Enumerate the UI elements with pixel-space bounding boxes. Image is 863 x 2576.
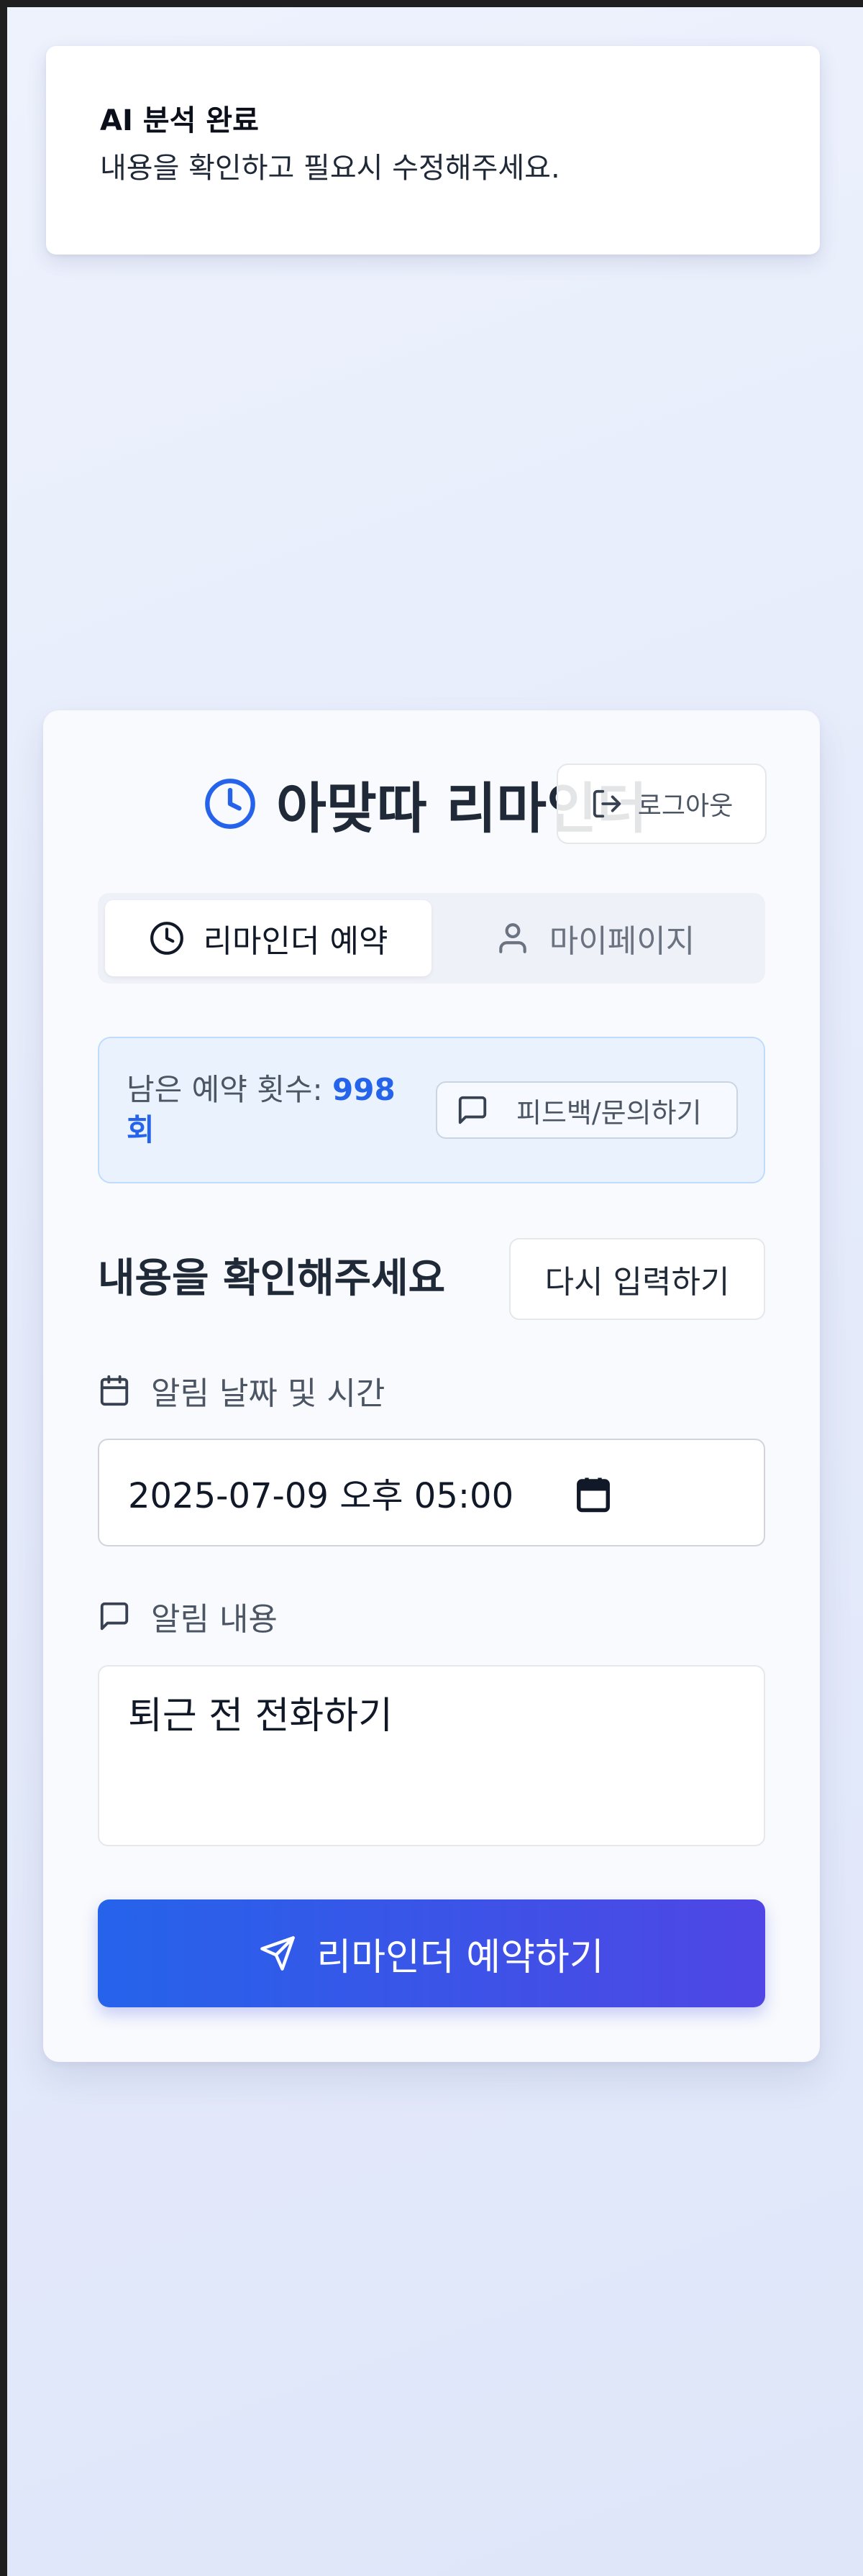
logout-label: 로그아웃 [637, 792, 734, 821]
message-icon [456, 1094, 489, 1127]
tab-reminder[interactable]: 리마인더 예약 [105, 900, 432, 976]
calendar-icon [98, 1374, 131, 1407]
feedback-button[interactable]: 피드백/문의하기 [436, 1081, 738, 1139]
reenter-button[interactable]: 다시 입력하기 [509, 1238, 765, 1320]
submit-reminder-button[interactable]: 리마인더 예약하기 [98, 1899, 765, 2007]
feedback-label: 피드백/문의하기 [516, 1096, 702, 1129]
send-icon [259, 1935, 296, 1972]
quota-count: 998 [332, 1072, 396, 1107]
datetime-input[interactable]: 2025-07-09 오후 05:00 [98, 1439, 765, 1546]
datetime-value: 2025-07-09 오후 05:00 [128, 1476, 514, 1516]
toast-title: AI 분석 완료 [100, 104, 259, 137]
confirm-title: 내용을 확인해주세요 [98, 1255, 446, 1302]
card-header: 아맞따 리마인더 로그아웃 [43, 761, 820, 847]
message-icon [98, 1600, 131, 1633]
toast-notification: AI 분석 완료 내용을 확인하고 필요시 수정해주세요. [46, 46, 820, 255]
tab-bar: 리마인더 예약 마이페이지 [98, 893, 765, 984]
quota-panel: 남은 예약 횟수: 998 회 피드백/문의하기 [98, 1037, 765, 1183]
clock-icon [203, 776, 257, 831]
datetime-label: 알림 날짜 및 시간 [98, 1369, 385, 1412]
quota-label: 남은 예약 횟수: [127, 1072, 333, 1107]
content-label: 알림 내용 [98, 1595, 278, 1638]
confirm-row: 내용을 확인해주세요 다시 입력하기 [98, 1238, 765, 1320]
logout-button[interactable]: 로그아웃 [557, 764, 767, 844]
logout-icon [590, 787, 624, 820]
window-frame-left [0, 0, 7, 2576]
tab-reminder-label: 리마인더 예약 [203, 923, 388, 960]
quota-unit: 회 [127, 1112, 155, 1147]
calendar-picker-icon[interactable] [574, 1475, 613, 1513]
reminder-card: 아맞따 리마인더 로그아웃 리마인더 예약 마이페이지 남은 예약 횟수: 99… [43, 710, 820, 2062]
datetime-label-text: 알림 날짜 및 시간 [151, 1375, 385, 1412]
toast-message: 내용을 확인하고 필요시 수정해주세요. [100, 152, 560, 185]
user-icon [495, 920, 531, 956]
clock-icon [149, 920, 185, 956]
content-label-text: 알림 내용 [151, 1601, 278, 1638]
tab-mypage-label: 마이페이지 [549, 923, 695, 960]
submit-label: 리마인더 예약하기 [316, 1935, 604, 1979]
content-textarea[interactable]: 퇴근 전 전화하기 [98, 1665, 765, 1846]
tab-mypage[interactable]: 마이페이지 [432, 900, 758, 976]
quota-text: 남은 예약 횟수: 998 회 [127, 1070, 414, 1150]
window-frame-top [0, 0, 863, 7]
